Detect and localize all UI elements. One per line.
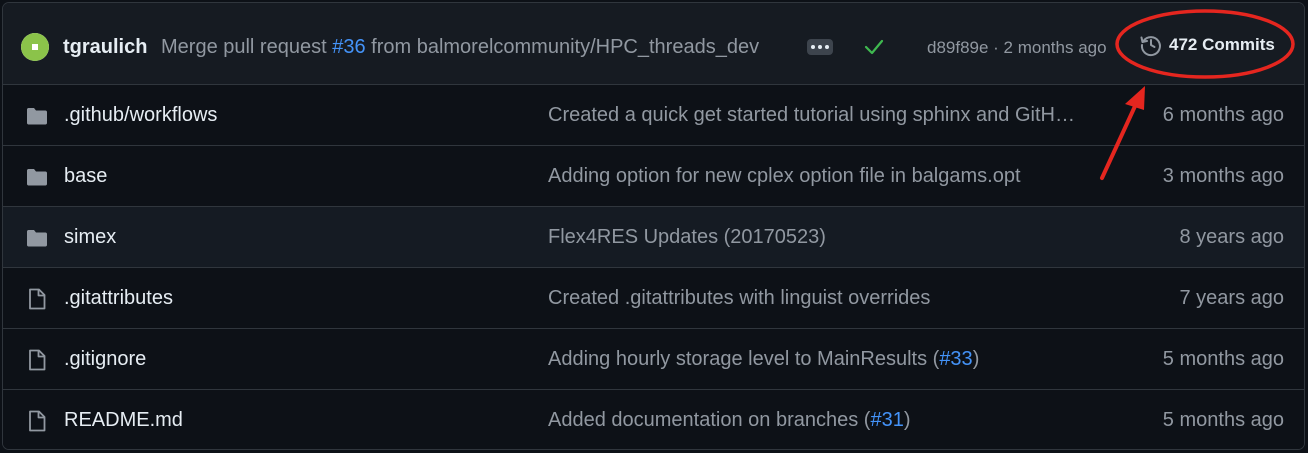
file-row[interactable]: .github/workflows Created a quick get sta… bbox=[3, 85, 1304, 146]
file-icon bbox=[25, 348, 49, 372]
file-name-link[interactable]: README.md bbox=[64, 409, 183, 432]
latest-commit-header: tgraulich Merge pull request #36 from ba… bbox=[3, 3, 1304, 85]
file-row[interactable]: simex Flex4RES Updates (20170523) 8 years … bbox=[3, 207, 1304, 268]
last-commit-age[interactable]: 3 months ago bbox=[1163, 165, 1284, 188]
pr-link[interactable]: #36 bbox=[332, 36, 365, 58]
last-commit-message[interactable]: Created .gitattributes with linguist ove… bbox=[548, 287, 930, 310]
commit-msg-suffix: ) bbox=[903, 409, 911, 431]
commit-message-prefix: Merge pull request bbox=[161, 36, 333, 58]
last-commit-message[interactable]: Created a quick get started tutorial usi… bbox=[548, 104, 1075, 127]
commit-msg-text: Created .gitattributes with linguist ove… bbox=[548, 287, 931, 309]
commit-sha-time[interactable]: d89f89e · 2 months ago bbox=[927, 38, 1107, 58]
author-avatar[interactable] bbox=[21, 33, 49, 61]
commits-count: 472 Commits bbox=[1169, 35, 1275, 54]
commit-msg-text: Added documentation on branches ( bbox=[548, 409, 871, 431]
check-icon[interactable] bbox=[863, 37, 885, 57]
file-rows: .github/workflows Created a quick get sta… bbox=[3, 85, 1304, 449]
commits-history-link[interactable]: 472 Commits bbox=[1139, 33, 1275, 57]
last-commit-age[interactable]: 7 years ago bbox=[1179, 287, 1284, 310]
last-commit-message[interactable]: Added documentation on branches (#31) bbox=[548, 409, 911, 432]
file-row[interactable]: base Adding option for new cplex option f… bbox=[3, 146, 1304, 207]
file-name-link[interactable]: .gitattributes bbox=[64, 287, 173, 310]
last-commit-message[interactable]: Adding hourly storage level to MainResul… bbox=[548, 348, 979, 371]
file-name-link[interactable]: base bbox=[64, 165, 107, 188]
last-commit-age[interactable]: 5 months ago bbox=[1163, 348, 1284, 371]
file-row[interactable]: README.md Added documentation on branches… bbox=[3, 390, 1304, 449]
commit-msg-text: Created a quick get started tutorial usi… bbox=[548, 104, 1075, 126]
file-listing: tgraulich Merge pull request #36 from ba… bbox=[2, 2, 1305, 450]
file-row[interactable]: .gitattributes Created .gitattributes wit… bbox=[3, 268, 1304, 329]
pr-link[interactable]: #33 bbox=[939, 348, 972, 370]
file-icon bbox=[25, 409, 49, 433]
file-icon bbox=[25, 287, 49, 311]
file-name-link[interactable]: .github/workflows bbox=[64, 104, 217, 127]
commit-msg-text: Adding option for new cplex option file … bbox=[548, 165, 1021, 187]
folder-icon bbox=[25, 165, 49, 189]
last-commit-age[interactable]: 6 months ago bbox=[1163, 104, 1284, 127]
last-commit-message[interactable]: Flex4RES Updates (20170523) bbox=[548, 226, 826, 249]
last-commit-age[interactable]: 5 months ago bbox=[1163, 409, 1284, 432]
last-commit-message[interactable]: Adding option for new cplex option file … bbox=[548, 165, 1021, 188]
commit-message[interactable]: Merge pull request #36 from balmorelcomm… bbox=[161, 36, 759, 59]
folder-icon bbox=[25, 104, 49, 128]
commit-msg-text: Flex4RES Updates (20170523) bbox=[548, 226, 826, 248]
commit-msg-suffix: ) bbox=[972, 348, 980, 370]
history-clock-icon bbox=[1140, 36, 1161, 57]
file-name-link[interactable]: simex bbox=[64, 226, 116, 249]
identicon-avatar-icon bbox=[21, 33, 49, 61]
file-name-link[interactable]: .gitignore bbox=[64, 348, 146, 371]
pr-link[interactable]: #31 bbox=[870, 409, 903, 431]
folder-icon bbox=[25, 226, 49, 250]
file-row[interactable]: .gitignore Adding hourly storage level to… bbox=[3, 329, 1304, 390]
commit-message-suffix: from balmorelcommunity/HPC_threads_dev bbox=[365, 36, 760, 58]
last-commit-age[interactable]: 8 years ago bbox=[1179, 226, 1284, 249]
commit-msg-text: Adding hourly storage level to MainResul… bbox=[548, 348, 940, 370]
commit-author[interactable]: tgraulich bbox=[63, 36, 147, 59]
ellipsis-icon[interactable] bbox=[807, 39, 833, 55]
